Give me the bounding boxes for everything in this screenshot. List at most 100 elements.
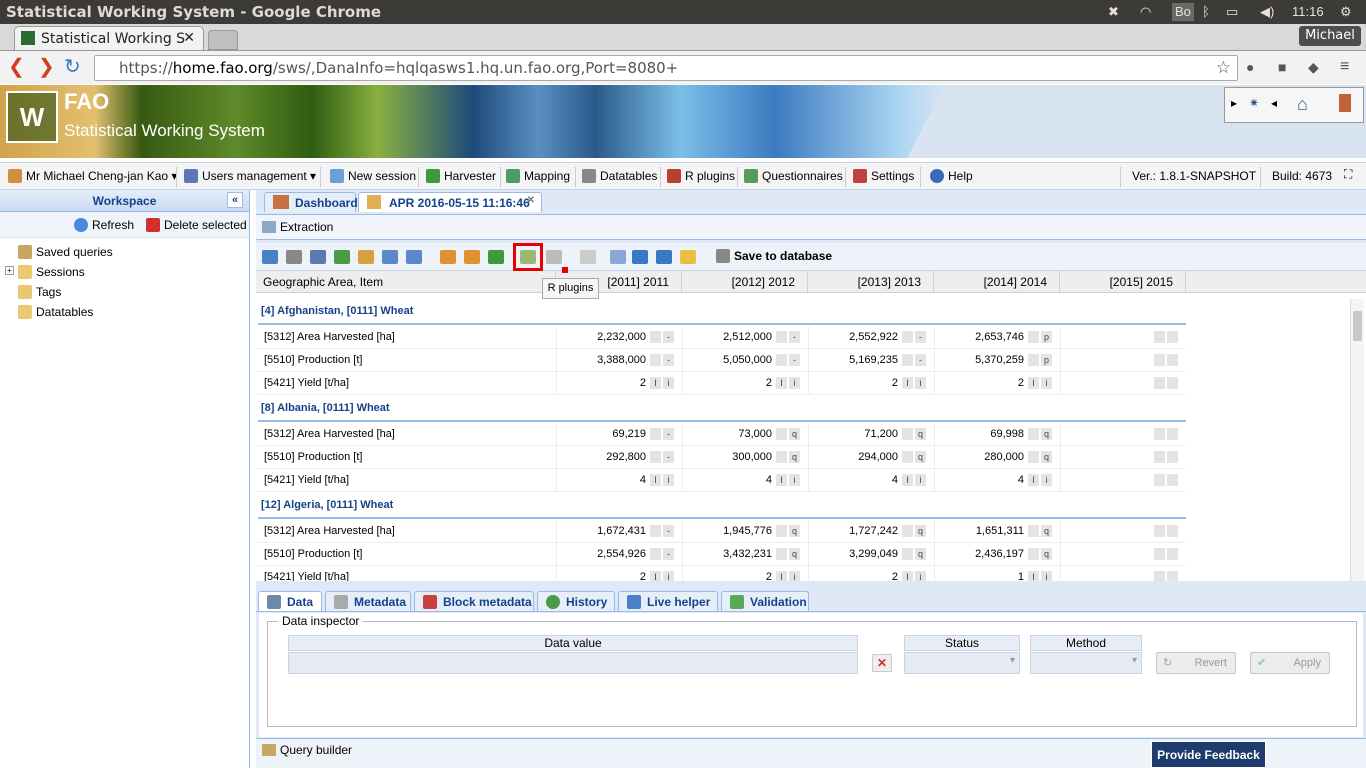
data-cell[interactable]: 2Ii xyxy=(808,372,934,395)
keyboard-layout[interactable]: Bo xyxy=(1172,3,1194,21)
data-cell[interactable] xyxy=(1060,446,1186,469)
new-tab-button[interactable] xyxy=(208,30,238,50)
filter-icon[interactable] xyxy=(382,250,398,264)
clear-value-button[interactable]: ✕ xyxy=(872,654,892,672)
data-cell[interactable]: 2Ii xyxy=(808,566,934,581)
data-cell[interactable]: 3,299,049 q xyxy=(808,543,934,566)
logout-icon[interactable] xyxy=(1339,94,1351,112)
save-to-database-button[interactable]: Save to database xyxy=(716,249,832,263)
column-header[interactable]: [2014] 2014 xyxy=(934,271,1060,293)
provide-feedback-button[interactable]: Provide Feedback xyxy=(1151,741,1266,768)
profile-button[interactable]: Michael xyxy=(1299,26,1361,46)
data-cell[interactable]: 4Ii xyxy=(556,469,682,492)
sidebar-toggle-icon[interactable]: ▸ xyxy=(1231,96,1237,110)
battery-icon[interactable]: ▭ xyxy=(1226,0,1238,24)
apply-button[interactable]: ✔ Apply xyxy=(1250,652,1330,674)
menu-users-management[interactable]: Users management ▾ xyxy=(184,169,316,183)
data-cell[interactable]: 1Ii xyxy=(934,566,1060,581)
home-icon[interactable]: ⌂ xyxy=(1297,94,1308,115)
clear-icon[interactable] xyxy=(680,250,696,264)
tab-session[interactable]: APR 2016-05-15 11:16:46 ✕ xyxy=(358,192,542,212)
menu-harvester[interactable]: Harvester xyxy=(426,169,496,183)
data-cell[interactable]: 2Ii xyxy=(934,372,1060,395)
globe-icon[interactable]: ✷ xyxy=(1249,96,1259,110)
data-cell[interactable] xyxy=(1060,520,1186,543)
data-cell[interactable]: 2,436,197 q xyxy=(934,543,1060,566)
refresh-icon[interactable] xyxy=(656,250,672,264)
table-row[interactable]: [5421] Yield [t/ha] 2 Ii 2 Ii 2 Ii 2 Ii xyxy=(258,372,1186,395)
tab-dashboard[interactable]: Dashboard xyxy=(264,192,358,212)
refresh-button[interactable]: Refresh xyxy=(74,218,134,232)
r-plugins-highlight[interactable] xyxy=(513,243,543,271)
bookmark-star-icon[interactable]: ☆ xyxy=(1216,56,1231,80)
table-row[interactable]: [5312] Area Harvested [ha] 2,232,000-2,51… xyxy=(258,326,1186,349)
table-row[interactable]: [5421] Yield [t/ha] 2 Ii 2 Ii 2 Ii 1 Ii xyxy=(258,566,1186,581)
data-cell[interactable] xyxy=(1060,566,1186,581)
data-cell[interactable] xyxy=(1060,543,1186,566)
data-cell[interactable]: 1,727,242 q xyxy=(808,520,934,543)
data-cell[interactable]: 2,653,746 p xyxy=(934,326,1060,349)
data-cell[interactable]: 2Ii xyxy=(556,566,682,581)
data-cell[interactable]: 2Ii xyxy=(556,372,682,395)
back-icon[interactable]: ❮ xyxy=(8,56,25,78)
extraction-bar[interactable]: Extraction xyxy=(256,214,1366,240)
menu-r-plugins[interactable]: R plugins xyxy=(667,169,735,183)
fullscreen-icon[interactable]: ⛶ xyxy=(1344,167,1352,182)
scrollbar-thumb[interactable] xyxy=(1353,311,1362,341)
bluetooth-icon[interactable]: ᛒ xyxy=(1202,0,1210,24)
browser-tab[interactable]: Statistical Working S ✕ xyxy=(14,26,204,50)
tree-item-saved-queries[interactable]: Saved queries xyxy=(18,245,113,259)
tab-block-metadata[interactable]: Block metadata xyxy=(414,591,534,612)
data-cell[interactable]: 69,998 q xyxy=(934,423,1060,446)
undo-icon[interactable] xyxy=(632,250,648,264)
column-header[interactable]: Geographic Area, Item xyxy=(256,271,556,293)
data-cell[interactable]: 5,050,000 - xyxy=(682,349,808,372)
tree-item-tags[interactable]: Tags xyxy=(18,285,61,299)
revert-button[interactable]: ↻ Revert xyxy=(1156,652,1236,674)
table-row[interactable]: [5510] Production [t] 3,388,000-5,050,000… xyxy=(258,349,1186,372)
extension-icon[interactable]: ◆ xyxy=(1308,56,1319,78)
search-icon[interactable] xyxy=(358,250,374,264)
tab-data[interactable]: Data xyxy=(258,591,322,612)
data-value-input[interactable] xyxy=(288,652,858,674)
table-row[interactable]: [5312] Area Harvested [ha] 1,672,431-1,94… xyxy=(258,520,1186,543)
column-header[interactable]: [2015] 2015 xyxy=(1060,271,1186,293)
data-cell[interactable]: 1,651,311 q xyxy=(934,520,1060,543)
volume-icon[interactable]: ◀) xyxy=(1260,0,1274,24)
table-row[interactable]: [5421] Yield [t/ha] 4 Ii 4 Ii 4 Ii 4 Ii xyxy=(258,469,1186,492)
tree-item-sessions[interactable]: + Sessions xyxy=(5,265,85,279)
data-cell[interactable]: 69,219 - xyxy=(556,423,682,446)
rows-icon[interactable] xyxy=(334,250,350,264)
extension-icon[interactable]: ● xyxy=(1246,56,1254,78)
settings-gear-icon[interactable]: ⚙ xyxy=(1340,0,1352,24)
wifi-icon[interactable]: ◠ xyxy=(1140,0,1151,24)
data-cell[interactable]: 1,672,431 - xyxy=(556,520,682,543)
extension-icon[interactable]: ■ xyxy=(1278,56,1286,78)
expand-icon[interactable]: + xyxy=(5,266,14,275)
layout-icon[interactable] xyxy=(406,250,422,264)
menu-questionnaires[interactable]: Questionnaires xyxy=(744,169,843,183)
tab-metadata[interactable]: Metadata xyxy=(325,591,411,612)
collapse-icon[interactable]: « xyxy=(227,192,243,208)
data-cell[interactable] xyxy=(1060,349,1186,372)
close-tab-icon[interactable]: ✕ xyxy=(183,30,195,46)
menu-help[interactable]: Help xyxy=(930,169,973,183)
data-cell[interactable]: 4Ii xyxy=(934,469,1060,492)
close-tab-icon[interactable]: ✕ xyxy=(527,195,535,206)
data-cell[interactable] xyxy=(1060,423,1186,446)
table-row[interactable]: [5510] Production [t] 2,554,926-3,432,231… xyxy=(258,543,1186,566)
tab-history[interactable]: History xyxy=(537,591,615,612)
data-cell[interactable]: 2,552,922 - xyxy=(808,326,934,349)
data-cell[interactable]: 280,000 q xyxy=(934,446,1060,469)
tab-validation[interactable]: Validation xyxy=(721,591,809,612)
grid-scrollbar[interactable] xyxy=(1350,299,1364,581)
tree-icon[interactable] xyxy=(546,250,562,264)
plugin-icon[interactable] xyxy=(488,250,504,264)
method-select[interactable]: ▾ xyxy=(1030,652,1142,674)
column-header[interactable]: [2012] 2012 xyxy=(682,271,808,293)
data-cell[interactable]: 292,800 - xyxy=(556,446,682,469)
user-menu[interactable]: Mr Michael Cheng-jan Kao ▾ xyxy=(8,169,177,183)
data-cell[interactable]: 4Ii xyxy=(808,469,934,492)
data-cell[interactable]: 4Ii xyxy=(682,469,808,492)
data-cell[interactable]: 2,512,000 - xyxy=(682,326,808,349)
